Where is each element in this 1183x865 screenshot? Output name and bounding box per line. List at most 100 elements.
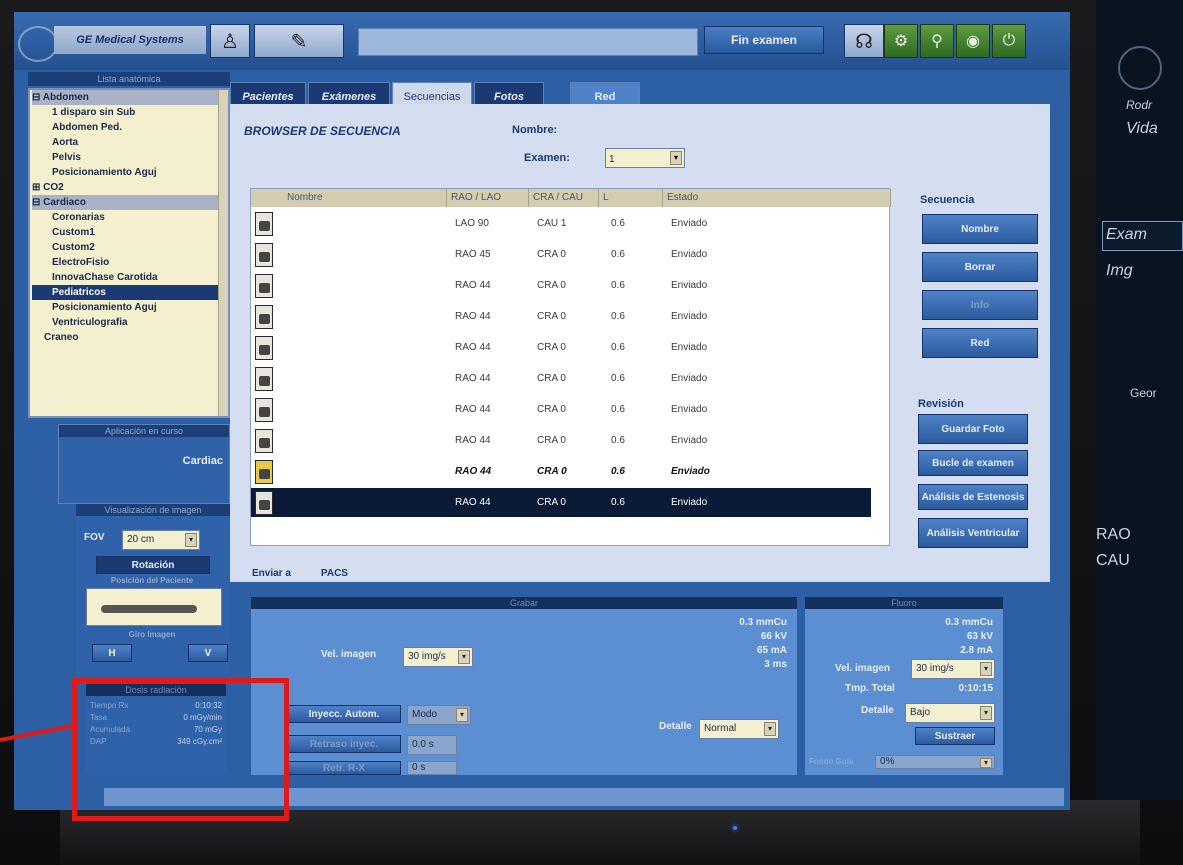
anatomy-item[interactable]: ⊟ Abdomen bbox=[32, 90, 228, 105]
retr-rx-value-field[interactable]: 0 s bbox=[407, 761, 457, 775]
cell-cra: CRA 0 bbox=[537, 404, 566, 415]
cell-estado: Enviado bbox=[671, 404, 708, 415]
vel-imagen-value: 30 img/s bbox=[408, 651, 446, 662]
cell-estado: Enviado bbox=[671, 342, 708, 353]
fluoro-panel: Fluoro 0.3 mmCu 63 kV 2.8 mA Vel. imagen… bbox=[804, 596, 1004, 776]
grabar-title: Grabar bbox=[251, 597, 797, 609]
anatomy-item[interactable]: Abdomen Ped. bbox=[32, 120, 228, 135]
anatomy-item[interactable]: Posicionamiento Aguj bbox=[32, 165, 228, 180]
table-row-selected[interactable]: RAO 44 CRA 0 0.6 Enviado bbox=[251, 488, 871, 517]
anatomy-item[interactable]: 1 disparo sin Sub bbox=[32, 105, 228, 120]
cell-estado: Enviado bbox=[671, 497, 708, 508]
sustraer-button[interactable]: Sustraer bbox=[915, 727, 995, 745]
ventricular-button[interactable]: Análisis Ventricular bbox=[918, 518, 1028, 548]
inyecc-autom-button[interactable]: Inyecc. Autom. bbox=[287, 705, 401, 723]
anatomy-item[interactable]: ⊟ Cardiaco bbox=[32, 195, 228, 210]
anatomy-item[interactable]: Custom2 bbox=[32, 240, 228, 255]
anatomy-item-selected[interactable]: Pediatricos bbox=[32, 285, 228, 300]
anatomy-item[interactable]: Pelvis bbox=[32, 150, 228, 165]
enviar-label: Enviar a PACS bbox=[252, 568, 348, 579]
anatomy-item[interactable]: Aorta bbox=[32, 135, 228, 150]
red-button[interactable]: Red bbox=[922, 328, 1038, 358]
side-text: Rodr bbox=[1126, 98, 1153, 112]
cell-cra: CRA 0 bbox=[537, 497, 566, 508]
vel-imagen-select[interactable]: 30 img/s ▾ bbox=[403, 647, 473, 667]
fluoro-param: 2.8 mA bbox=[960, 645, 993, 656]
sequence-thumbnail-icon bbox=[255, 243, 273, 267]
anatomy-item[interactable]: ElectroFisio bbox=[32, 255, 228, 270]
chevron-down-icon: ▾ bbox=[185, 533, 197, 547]
table-row[interactable]: RAO 44 CRA 0 0.6 Enviado bbox=[251, 426, 871, 455]
fluoro-vel-select[interactable]: 30 img/s ▾ bbox=[911, 659, 995, 679]
table-row[interactable]: RAO 44 CRA 0 0.6 Enviado bbox=[251, 457, 871, 486]
retr-rx-button[interactable]: Retr. R-X bbox=[287, 761, 401, 775]
headset-icon[interactable]: ☊ bbox=[844, 24, 884, 58]
anatomy-item[interactable]: Craneo bbox=[32, 330, 228, 345]
anatomy-item[interactable]: Custom1 bbox=[32, 225, 228, 240]
nombre-label: Nombre: bbox=[512, 124, 558, 136]
examen-label: Examen: bbox=[524, 152, 570, 164]
grabar-param: 66 kV bbox=[760, 631, 787, 642]
examen-select[interactable]: 1 ▾ bbox=[605, 148, 685, 168]
eye-icon[interactable]: ◉ bbox=[956, 24, 990, 58]
settings-icon[interactable]: ⚙ bbox=[884, 24, 918, 58]
secuencia-title: Secuencia bbox=[920, 194, 975, 206]
fondo-label: Fondo Guía bbox=[809, 757, 854, 766]
flip-v-button[interactable]: V bbox=[188, 644, 228, 662]
side-text: CAU bbox=[1096, 552, 1130, 569]
patient-icon[interactable]: ♙ bbox=[210, 24, 250, 58]
anatomy-item[interactable]: InnovaChase Carotida bbox=[32, 270, 228, 285]
detalle-select[interactable]: Normal ▾ bbox=[699, 719, 779, 739]
fondo-select[interactable]: 0% ▾ bbox=[875, 755, 995, 769]
table-row[interactable]: LAO 90 CAU 1 0.6 Enviado bbox=[251, 209, 871, 238]
fov-label: FOV bbox=[84, 532, 105, 543]
vis-title: Visualización de imagen bbox=[76, 504, 230, 516]
table-row[interactable]: RAO 45 CRA 0 0.6 Enviado bbox=[251, 240, 871, 269]
exit-icon[interactable]: ⏻ bbox=[992, 24, 1026, 58]
anatomy-scrollbar[interactable] bbox=[218, 90, 228, 416]
rotation-button[interactable]: Rotación bbox=[96, 556, 210, 574]
table-row[interactable]: RAO 44 CRA 0 0.6 Enviado bbox=[251, 271, 871, 300]
borrar-button[interactable]: Borrar bbox=[922, 252, 1038, 282]
table-row[interactable]: RAO 44 CRA 0 0.6 Enviado bbox=[251, 333, 871, 362]
flip-h-button[interactable]: H bbox=[92, 644, 132, 662]
estenosis-button[interactable]: Análisis de Estenosis bbox=[918, 484, 1028, 510]
cell-rao: RAO 44 bbox=[455, 280, 491, 291]
cell-rao: RAO 45 bbox=[455, 249, 491, 260]
sequence-table: Nombre RAO / LAO CRA / CAU L Estado LAO … bbox=[250, 188, 891, 546]
fluoro-detalle-select[interactable]: Bajo ▾ bbox=[905, 703, 995, 723]
fov-select[interactable]: 20 cm ▾ bbox=[122, 530, 200, 550]
info-button[interactable]: Info bbox=[922, 290, 1038, 320]
network-icon[interactable]: ⚲ bbox=[920, 24, 954, 58]
table-row[interactable]: RAO 44 CRA 0 0.6 Enviado bbox=[251, 302, 871, 331]
anatomy-list[interactable]: ⊟ Abdomen 1 disparo sin Sub Abdomen Ped.… bbox=[28, 88, 230, 418]
grabar-param: 65 mA bbox=[756, 645, 787, 656]
monitor-frame: GE Medical Systems ♙ ✎ Fin examen ☊ ⚙ ⚲ … bbox=[0, 0, 1183, 865]
anatomy-item[interactable]: Ventriculografia bbox=[32, 315, 228, 330]
side-text: Vida bbox=[1126, 120, 1158, 137]
table-row[interactable]: RAO 44 CRA 0 0.6 Enviado bbox=[251, 364, 871, 393]
patient-position-image[interactable] bbox=[86, 588, 222, 626]
ge-logo bbox=[18, 26, 58, 62]
cell-l: 0.6 bbox=[611, 435, 625, 446]
cell-cra: CRA 0 bbox=[537, 342, 566, 353]
cell-l: 0.6 bbox=[611, 342, 625, 353]
fin-examen-button[interactable]: Fin examen bbox=[704, 26, 824, 54]
retraso-value-field[interactable]: 0.0 s bbox=[407, 735, 457, 755]
cell-rao: RAO 44 bbox=[455, 373, 491, 384]
retraso-inyec-button[interactable]: Retraso inyec. bbox=[287, 735, 401, 753]
nombre-button[interactable]: Nombre bbox=[922, 214, 1038, 244]
anatomy-item[interactable]: ⊞ CO2 bbox=[32, 180, 228, 195]
side-text: RAO bbox=[1096, 526, 1131, 543]
anatomy-title: Lista anatómica bbox=[28, 72, 230, 86]
cell-estado: Enviado bbox=[671, 311, 708, 322]
anatomy-item[interactable]: Coronarias bbox=[32, 210, 228, 225]
enviar-destination[interactable]: PACS bbox=[321, 568, 348, 579]
guardar-foto-button[interactable]: Guardar Foto bbox=[918, 414, 1028, 444]
bucle-examen-button[interactable]: Bucle de examen bbox=[918, 450, 1028, 476]
anatomy-item[interactable]: Posicionamiento Aguj bbox=[32, 300, 228, 315]
inyecc-mode-select[interactable]: Modo ▾ bbox=[407, 705, 471, 725]
tool-icon[interactable]: ✎ bbox=[254, 24, 344, 58]
table-row[interactable]: RAO 44 CRA 0 0.6 Enviado bbox=[251, 395, 871, 424]
vel-imagen-label: Vel. imagen bbox=[321, 649, 377, 660]
